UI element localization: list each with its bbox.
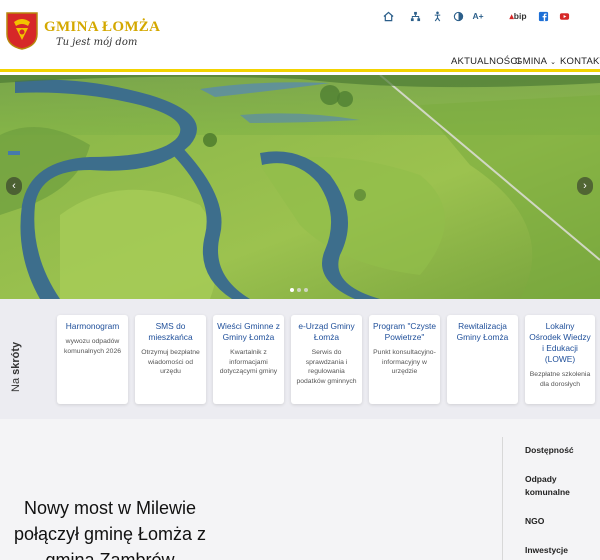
shortcut-card-rewitalizacja[interactable]: Rewitalizacja Gminy Łomża <box>447 315 518 404</box>
hero-image <box>0 75 600 299</box>
nav-gmina-label: GMINA <box>515 56 548 67</box>
facebook-icon[interactable] <box>537 9 549 23</box>
site-motto: Tu jest mój dom <box>56 37 138 48</box>
slider-prev-icon[interactable]: ‹ <box>6 177 22 195</box>
slider-dots <box>290 288 308 292</box>
card-desc: Otrzymuj bezpłatne wiadomości od urzędu <box>141 349 200 375</box>
shortcuts-title: Na skróty <box>10 342 22 392</box>
shortcut-card-czyste-powietrze[interactable]: Program "Czyste Powietrze" Punkt konsult… <box>369 315 440 404</box>
shortcut-card-lowe[interactable]: Lokalny Ośrodek Wiedzy i Edukacji (LOWE)… <box>525 315 595 404</box>
card-title: Rewitalizacja Gminy Łomża <box>456 321 509 342</box>
card-desc: Punkt konsultacyjno-informacyjny w urzęd… <box>373 349 436 375</box>
article-title[interactable]: Nowy most w Milewie połączył gminę Łomża… <box>0 495 220 560</box>
shortcut-card-sms[interactable]: SMS do mieszkańca Otrzymuj bezpłatne wia… <box>135 315 206 404</box>
card-title: Harmonogram <box>65 321 120 331</box>
sitemap-icon[interactable] <box>409 9 421 23</box>
card-title: Wieści Gminne z Gminy Łomża <box>217 321 280 342</box>
sidebar-link-dostepnosc[interactable]: Dostępność <box>525 444 574 457</box>
shortcuts-title-prefix: Na <box>10 374 22 392</box>
shortcuts-title-bold: skróty <box>10 341 22 375</box>
nav-aktualnosci[interactable]: AKTUALNOŚCI <box>451 56 520 67</box>
card-desc: Serwis do sprawdzania i regulowania poda… <box>296 349 357 385</box>
slider-dot[interactable] <box>297 288 301 292</box>
bip-label: bip <box>513 11 527 21</box>
bip-icon[interactable]: ▴ bip <box>509 9 527 23</box>
card-title: e-Urząd Gminy Łomża <box>298 321 355 342</box>
site-name[interactable]: GMINA ŁOMŻA <box>44 19 160 36</box>
site-header: GMINA ŁOMŻA Tu jest mój dom A+ ▴ bip AKTU… <box>0 0 600 72</box>
card-desc: wywozu odpadów komunalnych 2026 <box>63 338 122 355</box>
contrast-icon[interactable] <box>452 9 464 23</box>
page: GMINA ŁOMŻA Tu jest mój dom A+ ▴ bip AKTU… <box>0 0 600 560</box>
card-title: Program "Czyste Powietrze" <box>373 321 437 342</box>
sidebar-divider <box>502 437 503 560</box>
shortcut-card-e-urzad[interactable]: e-Urząd Gminy Łomża Serwis do sprawdzani… <box>291 315 362 404</box>
sidebar-link-ngo[interactable]: NGO <box>525 515 544 528</box>
accessibility-icon[interactable] <box>431 9 443 23</box>
nav-gmina[interactable]: GMINA ⌄ <box>515 56 556 67</box>
chevron-down-icon: ⌄ <box>550 59 557 66</box>
shortcut-card-harmonogram[interactable]: Harmonogram wywozu odpadów komunalnych 2… <box>57 315 128 404</box>
card-title: Lokalny Ośrodek Wiedzy i Edukacji (LOWE) <box>529 321 591 364</box>
card-desc: Bezpłatne szkolenia dla dorosłych <box>529 371 591 388</box>
font-size-icon[interactable]: A+ <box>471 9 485 23</box>
slider-dot[interactable] <box>290 288 294 292</box>
youtube-icon[interactable] <box>558 9 570 23</box>
coat-of-arms-logo[interactable] <box>6 12 38 50</box>
card-desc: Kwartalnik z informacjami dotyczącymi gm… <box>219 349 278 375</box>
card-title: SMS do mieszkańca <box>148 321 193 342</box>
home-icon[interactable] <box>382 9 394 23</box>
nav-kontakt[interactable]: KONTAKT <box>560 56 600 67</box>
slider-next-icon[interactable]: › <box>577 177 593 195</box>
slider-dot[interactable] <box>304 288 308 292</box>
hero-slider: ‹ › <box>0 75 600 299</box>
sidebar-link-odpady[interactable]: Odpady komunalne <box>525 473 580 499</box>
sidebar-link-inwestycje[interactable]: Inwestycje <box>525 544 568 557</box>
shortcut-card-wiesci[interactable]: Wieści Gminne z Gminy Łomża Kwartalnik z… <box>213 315 284 404</box>
